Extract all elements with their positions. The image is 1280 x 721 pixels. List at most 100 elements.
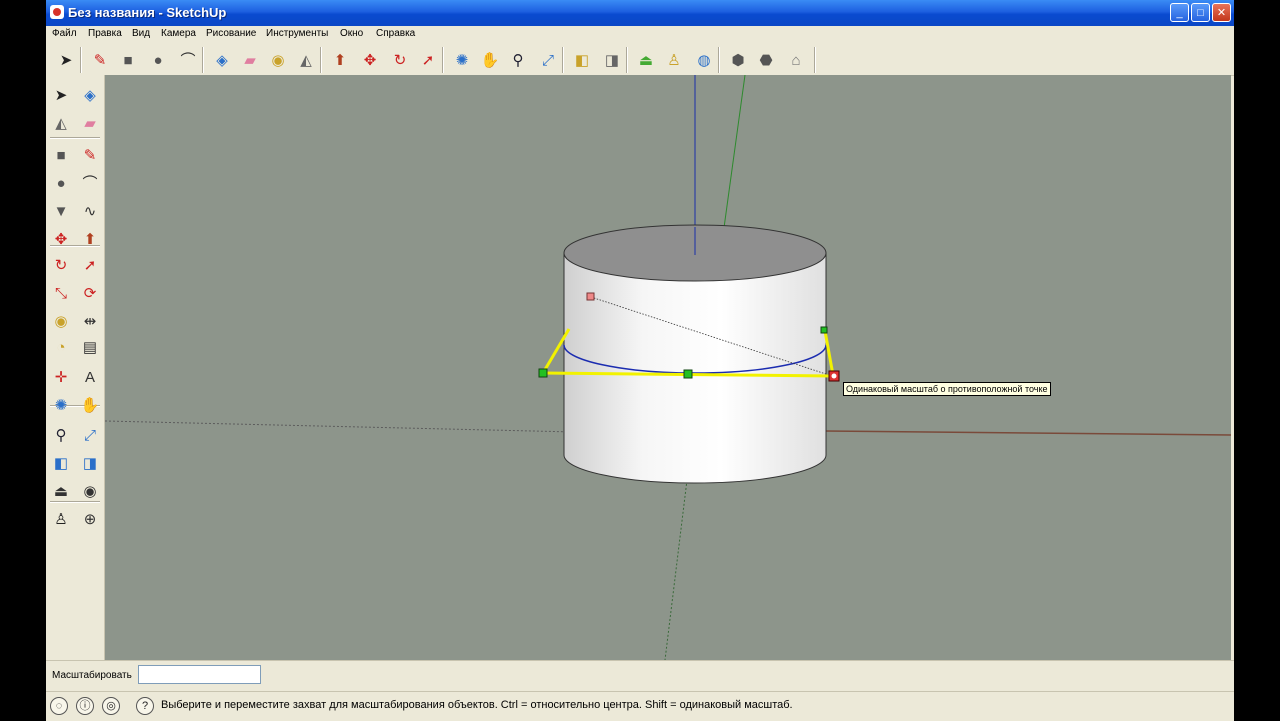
measurements-bar: Масштабировать	[46, 660, 1234, 691]
paint-bucket-icon[interactable]: ◭	[49, 111, 73, 135]
eraser-icon[interactable]: ▰	[78, 111, 102, 135]
rotate-icon[interactable]: ↻	[388, 48, 412, 72]
line-icon[interactable]: ✎	[78, 143, 102, 167]
paint-bucket-icon[interactable]: ◭	[294, 48, 318, 72]
move-icon[interactable]: ✥	[49, 227, 73, 251]
make-component-icon[interactable]: ◈	[210, 48, 234, 72]
zoom-extents-icon[interactable]: ⤢	[78, 423, 102, 447]
scale-icon[interactable]: ⤡	[49, 281, 73, 305]
warehouse-icon[interactable]: ⌂	[784, 48, 808, 72]
pan-icon[interactable]: ✋	[478, 48, 502, 72]
dimension-icon[interactable]: ⇹	[78, 309, 102, 333]
user-icon[interactable]: ◎	[102, 697, 120, 715]
green-axis-dotted	[664, 479, 688, 660]
next-view-icon[interactable]: ◨	[78, 451, 102, 475]
polygon-icon[interactable]: ▼	[49, 199, 73, 223]
position-camera-icon[interactable]: ⏏	[49, 479, 73, 503]
select-icon[interactable]: ➤	[54, 48, 78, 72]
app-icon	[50, 5, 64, 19]
make-component-icon[interactable]: ◈	[78, 83, 102, 107]
help-icon[interactable]: ?	[136, 697, 154, 715]
tape-measure-icon[interactable]: ◉	[49, 309, 73, 333]
move-icon[interactable]: ✥	[358, 48, 382, 72]
orbit-icon[interactable]: ✺	[49, 393, 73, 417]
cylinder-body[interactable]	[563, 252, 827, 484]
follow-me-icon[interactable]: ➚	[416, 48, 440, 72]
previous-view-icon[interactable]: ◧	[570, 48, 594, 72]
toolbar-separator	[442, 47, 444, 73]
circle-icon[interactable]: ●	[146, 48, 170, 72]
previous-view-icon[interactable]: ◧	[49, 451, 73, 475]
window-title: Без названия - SketchUp	[68, 5, 227, 20]
toolbar-separator	[320, 47, 322, 73]
get-models-icon[interactable]: ⬢	[726, 48, 750, 72]
menu-draw[interactable]: Рисование	[206, 28, 256, 39]
cursor-scale-icon	[831, 373, 837, 379]
section-plane-icon[interactable]: ⊕	[78, 507, 102, 531]
zoom-icon[interactable]: ⚲	[506, 48, 530, 72]
circle-icon[interactable]: ●	[49, 171, 73, 195]
3d-text-icon[interactable]: A	[78, 365, 102, 389]
toolbar-separator	[814, 47, 816, 73]
google-earth-icon[interactable]: ◍	[692, 48, 716, 72]
toolbar-separator	[562, 47, 564, 73]
status-bar: ◌ ⓘ ◎ ? Выберите и переместите захват дл…	[46, 691, 1234, 721]
pan-icon[interactable]: ✋	[78, 393, 102, 417]
toolset-separator	[50, 137, 100, 139]
minimize-button[interactable]: _	[1170, 3, 1189, 22]
scale-grip-left[interactable]	[538, 368, 548, 378]
close-button[interactable]: ✕	[1212, 3, 1231, 22]
push-pull-icon[interactable]: ⬆	[78, 227, 102, 251]
sketchup-window: Без названия - SketchUp _ □ ✕ Файл Правк…	[46, 0, 1234, 721]
toolbar-separator	[80, 47, 82, 73]
rectangle-icon[interactable]: ■	[49, 143, 73, 167]
measurements-label: Масштабировать	[52, 670, 132, 681]
pencil-icon[interactable]: ✎	[88, 48, 112, 72]
select-icon[interactable]: ➤	[49, 83, 73, 107]
rectangle-icon[interactable]: ■	[116, 48, 140, 72]
eraser-icon[interactable]: ▰	[238, 48, 262, 72]
protractor-icon[interactable]: ◔	[49, 335, 73, 359]
text-icon[interactable]: ▤	[78, 335, 102, 359]
scale-grip-center[interactable]	[683, 369, 693, 379]
orbit-icon[interactable]: ✺	[450, 48, 474, 72]
scale-tooltip: Одинаковый масштаб о противоположной точ…	[843, 382, 1051, 396]
menu-window[interactable]: Окно	[340, 28, 363, 39]
maximize-button[interactable]: □	[1191, 3, 1210, 22]
position-camera-icon[interactable]: ⏏	[634, 48, 658, 72]
freehand-icon[interactable]: ∿	[78, 199, 102, 223]
toolbar-separator	[626, 47, 628, 73]
menu-view[interactable]: Вид	[132, 28, 150, 39]
scene-canvas[interactable]	[105, 75, 1231, 660]
walk-icon[interactable]: ♙	[662, 48, 686, 72]
scale-grip-right-top[interactable]	[820, 326, 828, 334]
push-pull-icon[interactable]: ⬆	[328, 48, 352, 72]
follow-me-icon[interactable]: ➚	[78, 253, 102, 277]
toolbar-separator	[718, 47, 720, 73]
arc-icon[interactable]: ⌒	[176, 48, 200, 72]
zoom-icon[interactable]: ⚲	[49, 423, 73, 447]
credits-icon[interactable]: ⓘ	[76, 697, 94, 715]
next-view-icon[interactable]: ◨	[600, 48, 624, 72]
tape-measure-icon[interactable]: ◉	[266, 48, 290, 72]
walk-icon[interactable]: ♙	[49, 507, 73, 531]
arc-icon[interactable]: ⌒	[78, 171, 102, 195]
drawing-viewport[interactable]: Одинаковый масштаб о противоположной точ…	[105, 75, 1231, 660]
menu-bar: Файл Правка Вид Камера Рисование Инструм…	[46, 26, 1234, 44]
menu-help[interactable]: Справка	[376, 28, 415, 39]
offset-icon[interactable]: ⟳	[78, 281, 102, 305]
green-axis	[722, 75, 746, 236]
share-model-icon[interactable]: ⬣	[754, 48, 778, 72]
axes-icon[interactable]: ✛	[49, 365, 73, 389]
look-around-icon[interactable]: ◉	[78, 479, 102, 503]
rotate-icon[interactable]: ↻	[49, 253, 73, 277]
menu-file[interactable]: Файл	[52, 28, 77, 39]
toolbar-separator	[202, 47, 204, 73]
measurements-input[interactable]	[138, 665, 261, 684]
zoom-extents-icon[interactable]: ⤢	[536, 48, 560, 72]
info-icon[interactable]: ◌	[50, 697, 68, 715]
scale-grip-opposite[interactable]	[586, 292, 595, 301]
menu-tools[interactable]: Инструменты	[266, 28, 328, 39]
menu-camera[interactable]: Камера	[161, 28, 196, 39]
menu-edit[interactable]: Правка	[88, 28, 122, 39]
